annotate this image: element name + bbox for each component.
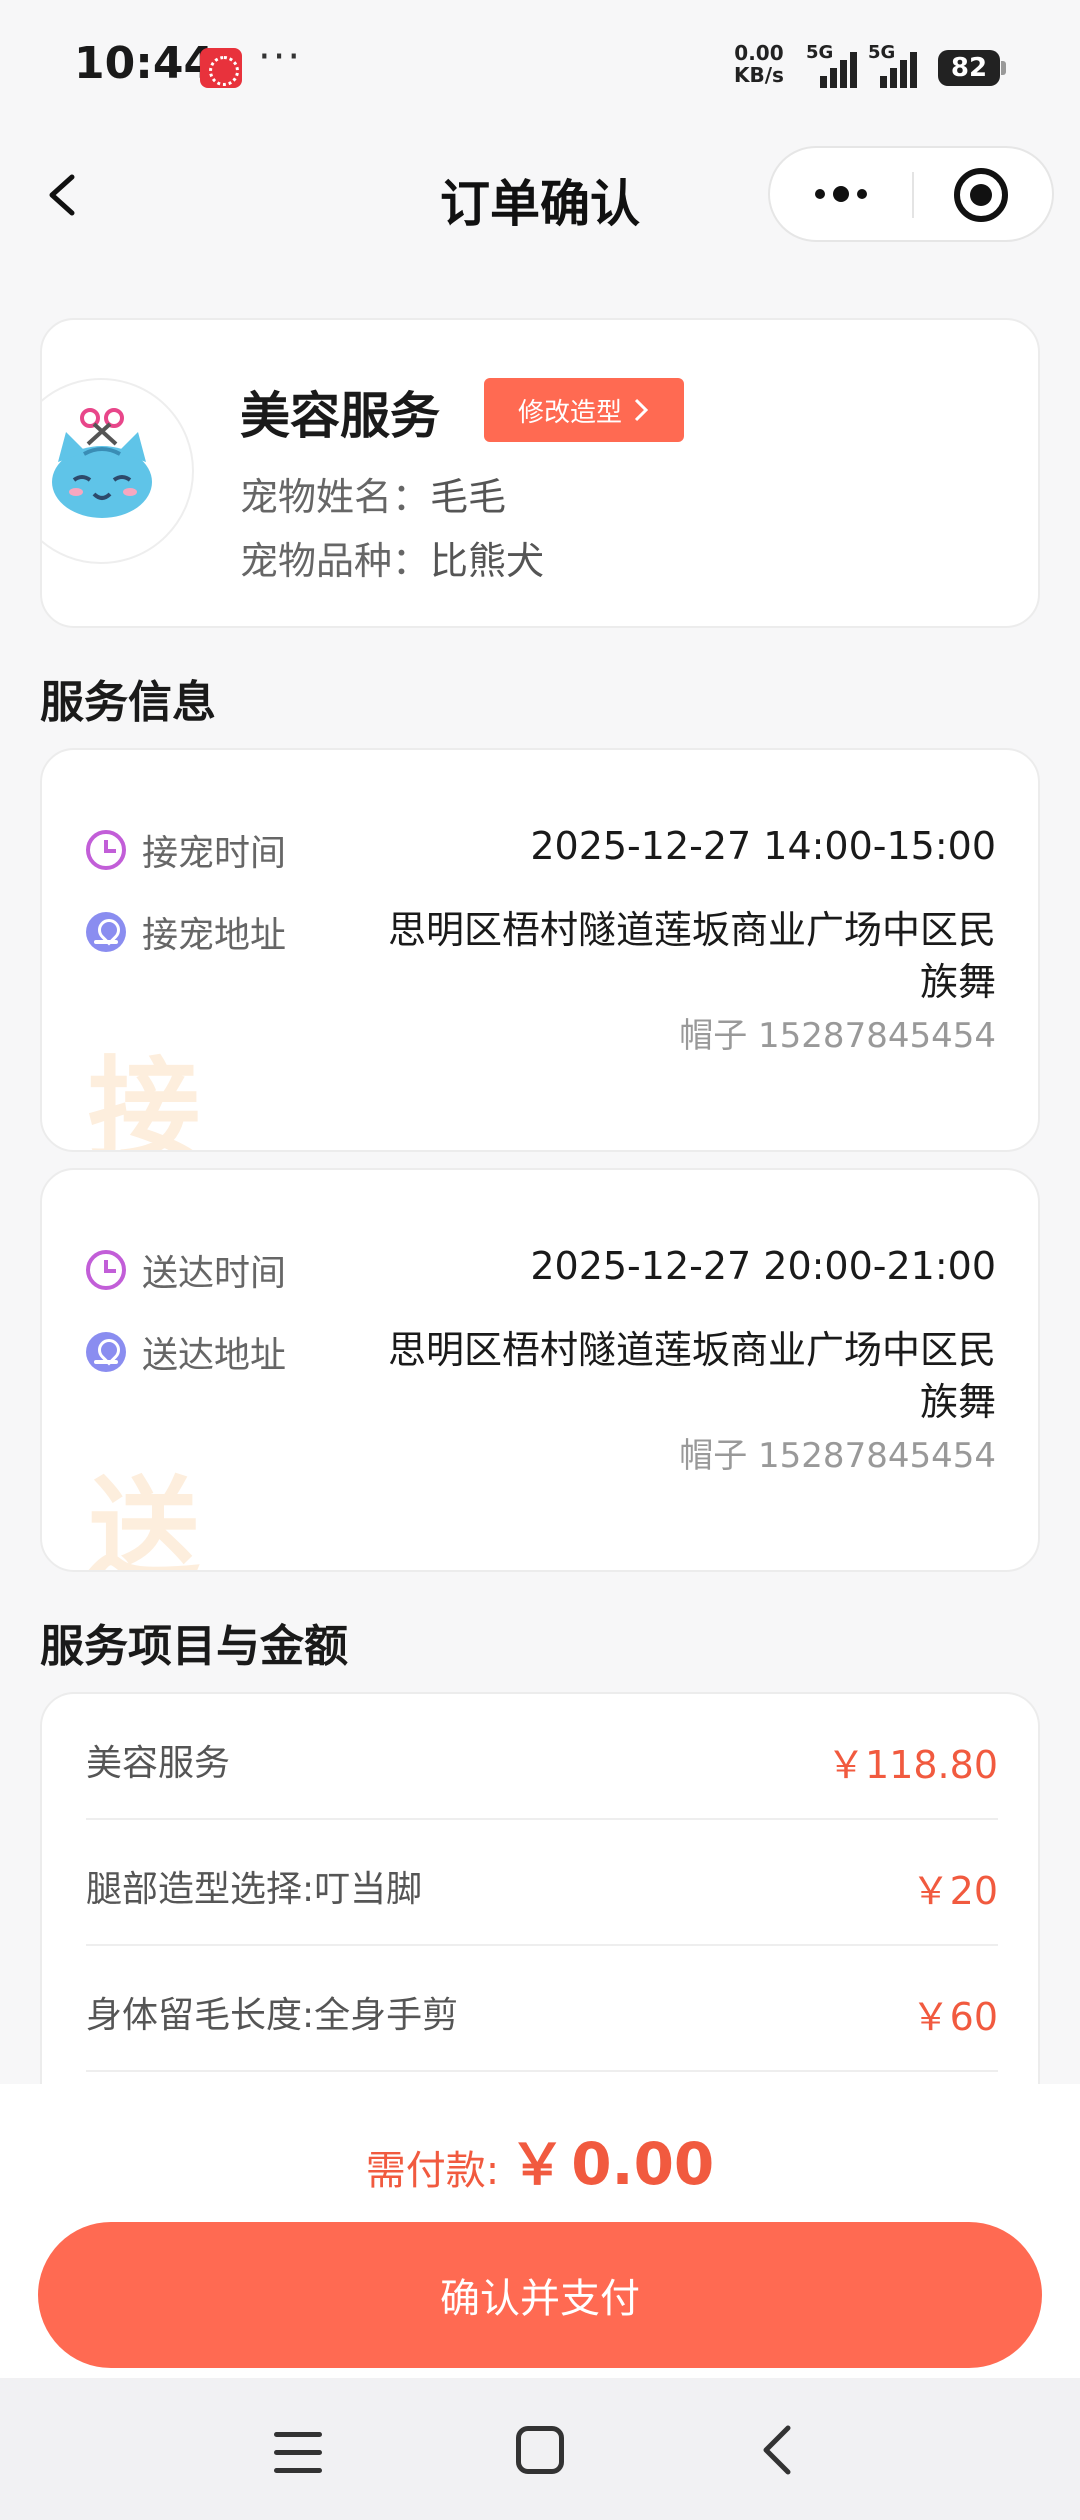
home-icon[interactable] [516, 2426, 564, 2474]
delivery-contact: 帽子 15287845454 [679, 1436, 996, 1476]
item-row: 腿部造型选择:叮当脚 ￥20 [86, 1820, 998, 1946]
modify-style-label: 修改造型 [517, 397, 622, 428]
network-speed-unit: KB/s [734, 63, 784, 87]
clock-icon [86, 830, 126, 870]
pickup-address[interactable]: 思明区梧村隧道莲坂商业广场中区民族舞 [356, 904, 996, 1008]
service-name: 美容服务 [240, 387, 440, 445]
pickup-address-label-text: 接宠地址 [142, 915, 287, 956]
item-name: 腿部造型选择:叮当脚 [86, 1869, 423, 1910]
more-dot-icon [815, 189, 825, 199]
delivery-address-label-text: 送达地址 [142, 1335, 287, 1376]
pet-name: 毛毛 [430, 475, 507, 519]
location-pin-icon [86, 1332, 126, 1372]
delivery-time-value: 2025-12-27 20:00-21:00 [530, 1244, 996, 1288]
item-name: 美容服务 [86, 1743, 231, 1784]
confirm-pay-button[interactable]: 确认并支付 [38, 2222, 1042, 2368]
items-card: 美容服务 ￥118.80 腿部造型选择:叮当脚 ￥20 身体留毛长度:全身手剪 … [40, 1692, 1040, 2112]
payment-bar: 需付款: ￥ 0.00 确认并支付 [0, 2084, 1080, 2378]
signal-label: 5G [806, 42, 834, 63]
cat-grooming-icon [52, 408, 152, 518]
capsule-divider [912, 172, 914, 218]
pickup-address-label: 接宠地址 [86, 906, 286, 958]
more-dot-icon [857, 189, 867, 199]
system-nav-bar [0, 2378, 1080, 2520]
amount-due-value: 0.00 [571, 2130, 715, 2198]
item-row: 身体留毛长度:全身手剪 ￥60 [86, 1946, 998, 2072]
pickup-time-label-text: 接宠时间 [142, 833, 287, 874]
signal-icon: 5G [806, 42, 857, 88]
modify-style-button[interactable]: 修改造型 [484, 378, 684, 442]
pet-breed-key: 宠物品种： [240, 539, 431, 583]
pet-avatar [42, 378, 194, 564]
service-info-title: 服务信息 [40, 677, 216, 728]
clock-icon [86, 1250, 126, 1290]
amount-due-label: 需付款: [365, 2148, 500, 2194]
item-price: ￥60 [911, 1995, 998, 2039]
more-dot-icon [833, 186, 849, 202]
close-target-icon[interactable] [954, 168, 1008, 222]
pickup-watermark: 接 [88, 1046, 200, 1152]
item-row: 美容服务 ￥118.80 [86, 1694, 998, 1820]
delivery-time-label: 送达时间 [86, 1244, 286, 1296]
chevron-right-icon [634, 398, 649, 422]
item-price: ￥118.80 [827, 1743, 998, 1787]
amount-due: 需付款: ￥ 0.00 [0, 2120, 1080, 2201]
item-name: 身体留毛长度:全身手剪 [86, 1995, 459, 2036]
pet-breed: 比熊犬 [430, 539, 545, 583]
more-notifications-icon: ··· [258, 34, 303, 80]
network-speed-value: 0.00 [734, 41, 784, 65]
app-notification-icon [200, 48, 242, 88]
item-price: ￥20 [911, 1869, 998, 1913]
pet-breed-line: 宠物品种：比熊犬 [240, 530, 544, 585]
location-pin-icon [86, 912, 126, 952]
delivery-card: 送 送达时间 2025-12-27 20:00-21:00 送达地址 思明区梧村… [40, 1168, 1040, 1572]
mini-program-capsule [768, 146, 1054, 242]
delivery-time-label-text: 送达时间 [142, 1253, 287, 1294]
battery-icon: 82 [938, 50, 1006, 86]
system-back-icon[interactable] [756, 2422, 796, 2478]
status-bar: 10:44 ··· 0.00 KB/s 5G 5G 82 [0, 0, 1080, 130]
currency-symbol: ￥ [509, 2133, 566, 2198]
delivery-address-label: 送达地址 [86, 1326, 286, 1378]
pickup-contact: 帽子 15287845454 [679, 1016, 996, 1056]
more-button[interactable] [770, 148, 912, 240]
signal-label: 5G [868, 42, 896, 63]
items-section-title: 服务项目与金额 [40, 1621, 348, 1672]
recent-apps-icon[interactable] [274, 2432, 324, 2474]
pickup-time-value: 2025-12-27 14:00-15:00 [530, 824, 996, 868]
delivery-address[interactable]: 思明区梧村隧道莲坂商业广场中区民族舞 [356, 1324, 996, 1428]
pet-name-key: 宠物姓名： [240, 475, 431, 519]
pickup-card: 接 接宠时间 2025-12-27 14:00-15:00 接宠地址 思明区梧村… [40, 748, 1040, 1152]
pet-name-line: 宠物姓名：毛毛 [240, 466, 506, 521]
nav-bar: 订单确认 [0, 130, 1080, 260]
signal-icon: 5G [868, 42, 918, 88]
status-time: 10:44 [74, 38, 215, 89]
pet-info-card: 美容服务 修改造型 宠物姓名：毛毛 宠物品种：比熊犬 [40, 318, 1040, 628]
network-speed: 0.00 KB/s [734, 42, 784, 86]
pickup-time-label: 接宠时间 [86, 824, 286, 876]
delivery-watermark: 送 [88, 1466, 200, 1572]
